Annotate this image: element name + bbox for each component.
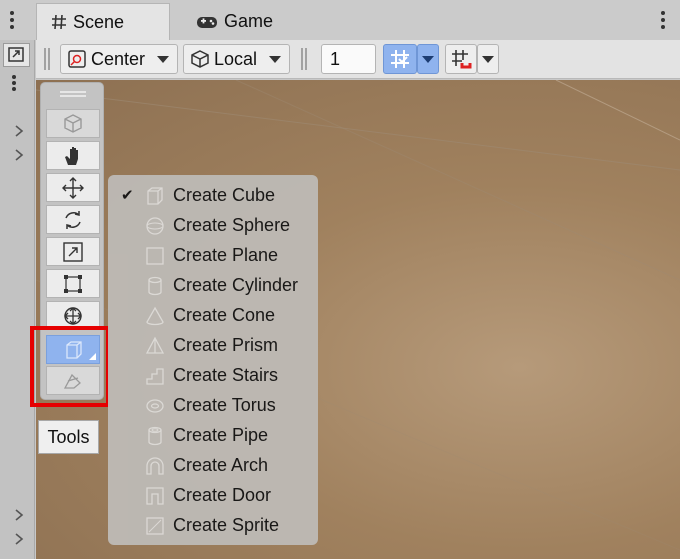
highlight-annotation — [30, 326, 110, 407]
gamepad-icon — [196, 14, 218, 30]
menu-item-create-sphere[interactable]: Create Sphere — [108, 210, 318, 240]
grid-snap-toggle[interactable] — [383, 44, 417, 74]
view-tool-button[interactable] — [46, 109, 100, 138]
menu-item-label: Create Cube — [173, 184, 276, 205]
plane-outline-icon — [145, 246, 165, 266]
cube-icon — [62, 113, 84, 135]
menu-item-create-torus[interactable]: Create Torus — [108, 390, 318, 420]
rotate-tool-button[interactable] — [46, 205, 100, 234]
prism-outline-icon — [145, 336, 165, 356]
palette-drag-handle[interactable] — [60, 91, 86, 97]
arch-outline-icon — [145, 456, 165, 476]
menu-item-create-arch[interactable]: Create Arch — [108, 450, 318, 480]
cone-outline-icon — [145, 306, 165, 326]
tab-bar: Scene Game — [0, 0, 680, 40]
menu-item-label: Create Stairs — [173, 364, 279, 385]
menu-item-label: Create Cone — [173, 304, 276, 325]
pipe-outline-icon — [145, 426, 165, 446]
menu-item-label: Create Torus — [173, 394, 276, 415]
scale-tool-button[interactable] — [46, 237, 100, 266]
increment-snap-toggle[interactable] — [445, 44, 477, 74]
chevron-right-icon[interactable] — [14, 148, 24, 162]
menu-item-label: Create Plane — [173, 244, 279, 265]
sphere-outline-icon — [145, 216, 165, 236]
hand-icon — [62, 145, 84, 167]
menu-item-label: Create Pipe — [173, 424, 269, 445]
cylinder-outline-icon — [145, 276, 165, 296]
pivot-space-dropdown[interactable]: Local — [183, 44, 290, 74]
door-outline-icon — [145, 486, 165, 506]
increment-snap-dropdown[interactable] — [477, 44, 499, 74]
grid-snap-dropdown[interactable] — [417, 44, 439, 74]
rect-transform-icon — [62, 273, 84, 295]
kebab-menu-icon[interactable] — [9, 10, 15, 30]
tab-options-icon[interactable] — [660, 10, 666, 30]
menu-item-create-pipe[interactable]: Create Pipe — [108, 420, 318, 450]
pivot-space-label: Local — [214, 48, 258, 69]
torus-outline-icon — [145, 396, 165, 416]
tab-game[interactable]: Game — [182, 3, 292, 40]
move-icon — [62, 176, 84, 199]
pivot-mode-label: Center — [91, 48, 146, 69]
chevron-down-icon — [482, 56, 494, 63]
left-panel-strip — [0, 40, 35, 559]
overlay-menu-icon[interactable] — [11, 74, 17, 92]
check-icon: ✔ — [121, 187, 134, 204]
rect-tool-button[interactable] — [46, 269, 100, 298]
toolbar-grip — [43, 48, 51, 70]
scene-toolbar: Center Local 1 — [36, 40, 680, 79]
menu-item-create-cone[interactable]: Create Cone — [108, 300, 318, 330]
menu-item-create-door[interactable]: Create Door — [108, 480, 318, 510]
menu-item-create-plane[interactable]: Create Plane — [108, 240, 318, 270]
hand-tool-button[interactable] — [46, 141, 100, 170]
transform-icon — [62, 305, 84, 327]
menu-item-create-sprite[interactable]: Create Sprite — [108, 510, 318, 540]
grid-size-input[interactable]: 1 — [321, 44, 376, 74]
create-shape-menu: ✔ Create Cube Create Sphere Create Plane… — [108, 175, 318, 545]
tab-game-label: Game — [224, 11, 274, 31]
menu-item-create-prism[interactable]: Create Prism — [108, 330, 318, 360]
chevron-right-icon[interactable] — [14, 532, 24, 546]
stairs-outline-icon — [145, 366, 165, 386]
menu-item-label: Create Arch — [173, 454, 269, 475]
pivot-mode-dropdown[interactable]: Center — [60, 44, 178, 74]
pivot-center-icon — [67, 49, 87, 69]
chevron-right-icon[interactable] — [14, 124, 24, 138]
chevron-right-icon[interactable] — [14, 508, 24, 522]
tab-scene-label: Scene — [73, 11, 125, 32]
grid-hash-icon — [51, 14, 67, 30]
grid-magnet-icon — [450, 48, 472, 70]
local-cube-icon — [190, 49, 210, 69]
maximize-icon[interactable] — [3, 43, 30, 67]
menu-item-create-cylinder[interactable]: Create Cylinder — [108, 270, 318, 300]
chevron-down-icon — [157, 56, 169, 63]
menu-item-label: Create Sphere — [173, 214, 291, 235]
menu-item-create-stairs[interactable]: Create Stairs — [108, 360, 318, 390]
menu-item-label: Create Sprite — [173, 514, 280, 535]
toolbar-grip — [300, 48, 308, 70]
chevron-down-icon — [269, 56, 281, 63]
grid-snap-icon — [389, 48, 411, 70]
scale-icon — [62, 241, 84, 263]
menu-item-label: Create Cylinder — [173, 274, 299, 295]
tools-button[interactable]: Tools — [38, 420, 99, 454]
cube-outline-icon — [145, 186, 165, 206]
menu-item-label: Create Prism — [173, 334, 279, 355]
move-tool-button[interactable] — [46, 173, 100, 202]
tab-scene[interactable]: Scene — [36, 3, 170, 40]
menu-item-create-cube[interactable]: ✔ Create Cube — [108, 180, 318, 210]
sprite-outline-icon — [145, 516, 165, 536]
menu-item-label: Create Door — [173, 484, 272, 505]
rotate-icon — [62, 209, 84, 231]
chevron-down-icon — [422, 56, 434, 63]
grid-size-value: 1 — [330, 48, 341, 69]
